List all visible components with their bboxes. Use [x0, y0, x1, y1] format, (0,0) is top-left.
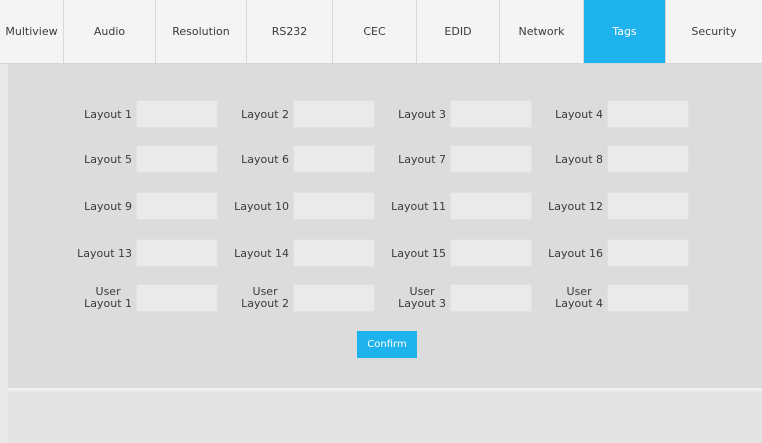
- layout-4-input[interactable]: [607, 100, 689, 128]
- layout-cell: Layout 12: [8, 192, 689, 220]
- layout-row-4: Layout 13 Layout 14 Layout 15 Layout 16: [8, 239, 762, 267]
- tab-tags[interactable]: Tags: [584, 0, 666, 63]
- layout-label: Layout 12: [548, 199, 603, 213]
- tab-bar: Multiview Audio Resolution RS232 CEC EDI…: [0, 0, 762, 64]
- confirm-button[interactable]: Confirm: [357, 331, 417, 358]
- user-layout-row: User Layout 1 User Layout 2 User Layout …: [8, 284, 762, 312]
- user-layout-4-input[interactable]: [607, 284, 689, 312]
- tags-panel: Layout 1 Layout 2 Layout 3 Layout 4 Layo…: [8, 64, 762, 390]
- layout-label: Layout 16: [548, 246, 603, 260]
- tab-multiview[interactable]: Multiview: [0, 0, 64, 63]
- layout-12-input[interactable]: [607, 192, 689, 220]
- user-layout-label-line2: Layout 4: [555, 297, 603, 310]
- tab-resolution[interactable]: Resolution: [156, 0, 247, 63]
- user-layout-label: User Layout 4: [555, 284, 603, 312]
- tab-security[interactable]: Security: [666, 0, 762, 63]
- layout-8-input[interactable]: [607, 145, 689, 173]
- layout-cell: User Layout 4: [8, 284, 689, 312]
- tab-rs232[interactable]: RS232: [247, 0, 333, 63]
- layout-row-2: Layout 5 Layout 6 Layout 7 Layout 8: [8, 145, 762, 173]
- layout-cell: Layout 8: [8, 145, 689, 173]
- layout-cell: Layout 4: [8, 100, 689, 128]
- layout-label: Layout 8: [555, 152, 603, 166]
- layout-16-input[interactable]: [607, 239, 689, 267]
- tab-cec[interactable]: CEC: [333, 0, 417, 63]
- layout-row-1: Layout 1 Layout 2 Layout 3 Layout 4: [8, 100, 762, 128]
- layout-label: Layout 4: [555, 107, 603, 121]
- tab-edid[interactable]: EDID: [417, 0, 500, 63]
- footer-bar: [8, 392, 762, 443]
- layout-row-3: Layout 9 Layout 10 Layout 11 Layout 12: [8, 192, 762, 220]
- layout-cell: Layout 16: [8, 239, 689, 267]
- tab-network[interactable]: Network: [500, 0, 584, 63]
- tab-audio[interactable]: Audio: [64, 0, 156, 63]
